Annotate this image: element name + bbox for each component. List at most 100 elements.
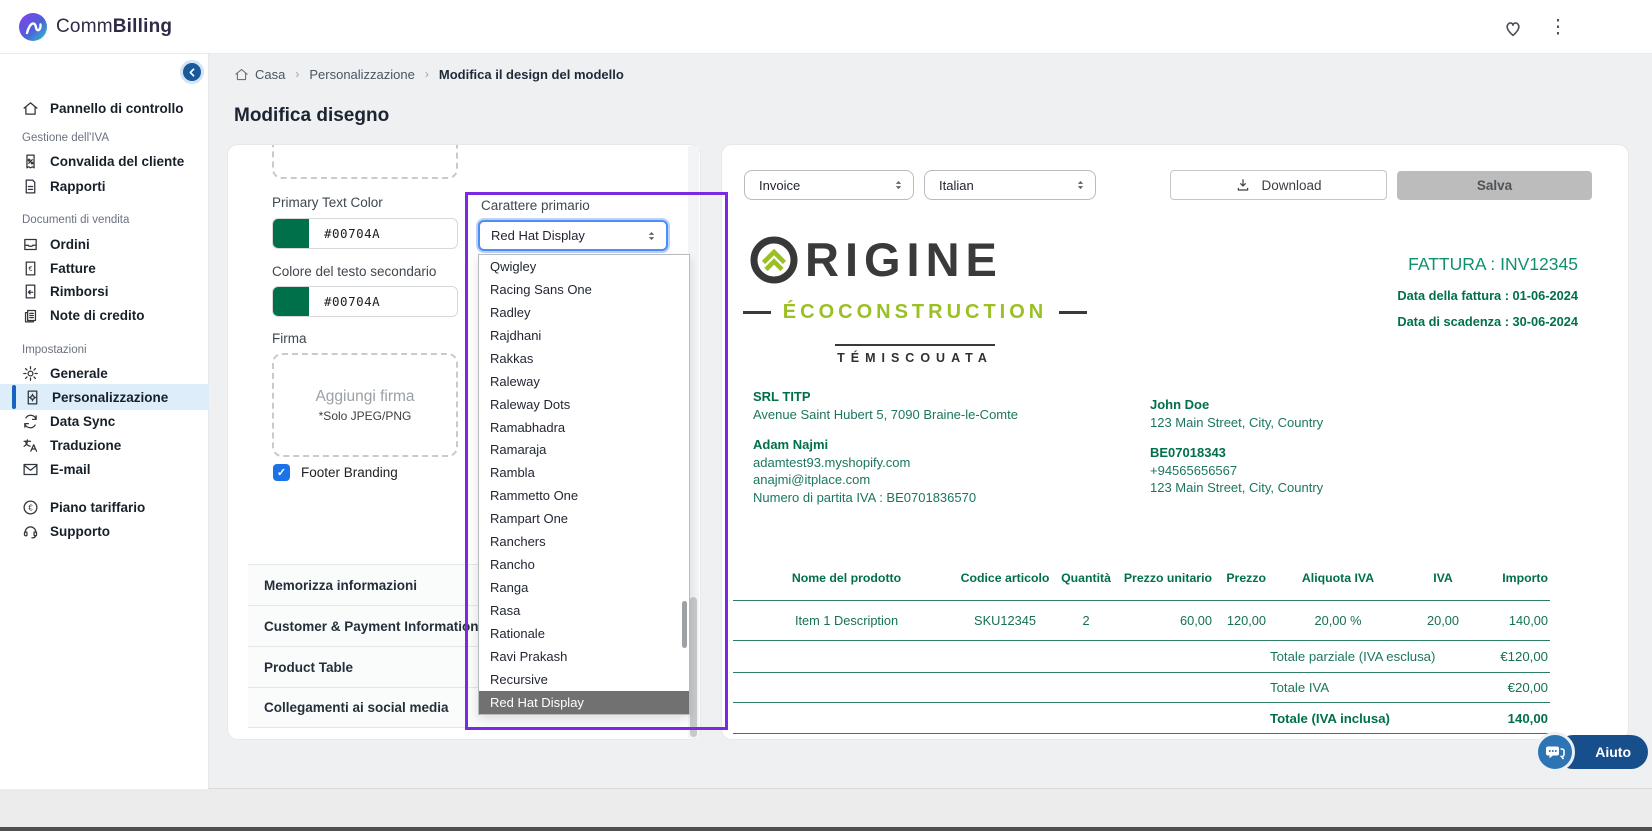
font-option[interactable]: Rakkas <box>479 347 689 370</box>
download-label: Download <box>1261 178 1321 193</box>
sidebar-item-dashboard[interactable]: Pannello di controllo <box>0 95 209 121</box>
sidebar-item-email[interactable]: E-mail <box>0 456 209 482</box>
font-option[interactable]: Raleway <box>479 370 689 393</box>
sidebar-item-rapporti[interactable]: Rapporti <box>0 173 209 199</box>
col-product: Nome del prodotto <box>733 556 960 600</box>
breadcrumb: Casa › Personalizzazione › Modifica il d… <box>234 66 624 82</box>
sidebar-item-label: Note di credito <box>50 308 145 323</box>
invoice-date: Data della fattura : 01-06-2024 <box>1397 288 1578 303</box>
sidebar-section-title: Documenti di vendita <box>22 214 129 226</box>
col-sku: Codice articolo <box>960 556 1050 600</box>
font-option[interactable]: Ravi Prakash <box>479 645 689 668</box>
panel-scrollbar-thumb[interactable] <box>690 597 697 737</box>
font-option[interactable]: Ramabhadra <box>479 416 689 439</box>
font-option[interactable]: Rambla <box>479 461 689 484</box>
sidebar-item-ordini[interactable]: Ordini <box>0 231 209 257</box>
sidebar-item-label: Ordini <box>50 237 90 252</box>
invoice-logo-subtitle: ÉCOCONSTRUCTION <box>783 301 1047 324</box>
chat-bubbles-icon <box>1543 740 1567 764</box>
stepper-icon <box>1074 177 1087 193</box>
font-option[interactable]: Rancho <box>479 553 689 576</box>
sidebar-item-data-sync[interactable]: Data Sync <box>0 408 209 434</box>
col-price: Prezzo <box>1214 556 1268 600</box>
support-icon <box>22 523 39 540</box>
font-option[interactable]: Ranchers <box>479 530 689 553</box>
font-option[interactable]: Racing Sans One <box>479 278 689 301</box>
sidebar-item-traduzione[interactable]: Traduzione <box>0 432 209 458</box>
signature-cta: Aggiungi firma <box>274 388 456 406</box>
sidebar-item-personalizzazione[interactable]: Personalizzazione <box>0 384 209 410</box>
logo-upload-box[interactable] <box>272 145 458 179</box>
breadcrumb-current: Modifica il design del modello <box>439 67 624 82</box>
font-option[interactable]: Radley <box>479 301 689 324</box>
kebab-menu-icon[interactable]: ⋮ <box>1547 17 1569 39</box>
sidebar-item-piano-tariffario[interactable]: Piano tariffario <box>0 494 209 520</box>
accordion-label: Memorizza informazioni <box>264 578 417 593</box>
buyer-address: 123 Main Street, City, Country <box>1150 415 1323 430</box>
cell-vat-rate: 20,00 % <box>1268 600 1408 640</box>
font-option[interactable]: Rasa <box>479 599 689 622</box>
breadcrumb-section[interactable]: Personalizzazione <box>309 67 415 82</box>
vat-total-value: €20,00 <box>1508 680 1548 695</box>
buyer-phone: +94565656567 <box>1150 463 1237 478</box>
app-logo[interactable]: CommBilling <box>18 12 172 42</box>
primary-color-value[interactable]: #00704A <box>324 226 380 241</box>
language-select[interactable]: Italian <box>924 170 1096 200</box>
font-option[interactable]: Ranga <box>479 576 689 599</box>
font-option[interactable]: Ramaraja <box>479 439 689 462</box>
sidebar-item-supporto[interactable]: Supporto <box>0 518 209 544</box>
sidebar-item-generale[interactable]: Generale <box>0 360 209 386</box>
sidebar-item-note-credito[interactable]: Note di credito <box>0 302 209 328</box>
buyer-vat: BE07018343 <box>1150 445 1226 460</box>
invoice-logo-wordmark: RIGINE <box>805 236 1003 284</box>
logo-underline <box>835 344 995 346</box>
breadcrumb-home[interactable]: Casa <box>255 67 285 82</box>
primary-color-swatch[interactable] <box>273 219 309 248</box>
invoice-table-row: Item 1 Description SKU12345 2 60,00 120,… <box>733 600 1550 640</box>
font-list-scrollbar-thumb[interactable] <box>682 601 687 648</box>
font-option[interactable]: Qwigley <box>479 255 689 278</box>
file-gear-icon <box>24 389 41 406</box>
sidebar-item-convalida[interactable]: Convalida del cliente <box>0 148 209 174</box>
font-option-selected[interactable]: Red Hat Display <box>479 691 689 714</box>
primary-color-field[interactable]: #00704A <box>272 218 458 249</box>
footer-branding-label: Footer Branding <box>301 465 398 480</box>
invoice-logo-tagline: TÉMISCOUATA <box>750 351 1080 365</box>
font-option[interactable]: Rajdhani <box>479 324 689 347</box>
sidebar-item-label: Generale <box>50 366 108 381</box>
sidebar-item-label: Pannello di controllo <box>50 101 184 116</box>
font-option[interactable]: Recursive <box>479 668 689 691</box>
font-picker-select[interactable]: Red Hat Display <box>478 220 668 251</box>
sidebar-collapse-button[interactable] <box>180 60 204 84</box>
seller-website: adamtest93.myshopify.com <box>753 455 910 470</box>
cell-product: Item 1 Description <box>733 600 960 640</box>
buyer-name: John Doe <box>1150 397 1209 412</box>
download-button[interactable]: Download <box>1170 170 1387 200</box>
font-option[interactable]: Rationale <box>479 622 689 645</box>
buyer-block: John Doe 123 Main Street, City, Country … <box>1150 396 1323 497</box>
subtotal-row: Totale parziale (IVA esclusa) €120,00 <box>733 640 1550 673</box>
signature-upload-box[interactable]: Aggiungi firma *Solo JPEG/PNG <box>272 353 458 457</box>
page-bottom-strip <box>0 789 1652 827</box>
footer-branding-row[interactable]: ✓ Footer Branding <box>273 464 398 481</box>
secondary-color-swatch[interactable] <box>273 287 309 316</box>
home-icon <box>234 67 249 82</box>
sidebar-item-rimborsi[interactable]: Rimborsi <box>0 278 209 304</box>
primary-color-label: Primary Text Color <box>272 195 383 210</box>
save-button[interactable]: Salva <box>1397 171 1592 200</box>
font-option[interactable]: Rammetto One <box>479 484 689 507</box>
page-title: Modifica disegno <box>234 105 389 127</box>
secondary-color-field[interactable]: #00704A <box>272 286 458 317</box>
font-option[interactable]: Rampart One <box>479 507 689 530</box>
gear-icon <box>22 365 39 382</box>
file-return-icon <box>22 283 39 300</box>
font-option[interactable]: Raleway Dots <box>479 393 689 416</box>
footer-branding-checkbox[interactable]: ✓ <box>273 464 290 481</box>
dash-decoration <box>1059 311 1087 314</box>
document-type-select[interactable]: Invoice <box>744 170 914 200</box>
heart-icon[interactable] <box>1502 17 1524 39</box>
cell-unit-price: 60,00 <box>1122 600 1214 640</box>
help-chat-icon-button[interactable] <box>1535 732 1575 772</box>
secondary-color-value[interactable]: #00704A <box>324 294 380 309</box>
sidebar-item-label: Personalizzazione <box>52 390 168 405</box>
